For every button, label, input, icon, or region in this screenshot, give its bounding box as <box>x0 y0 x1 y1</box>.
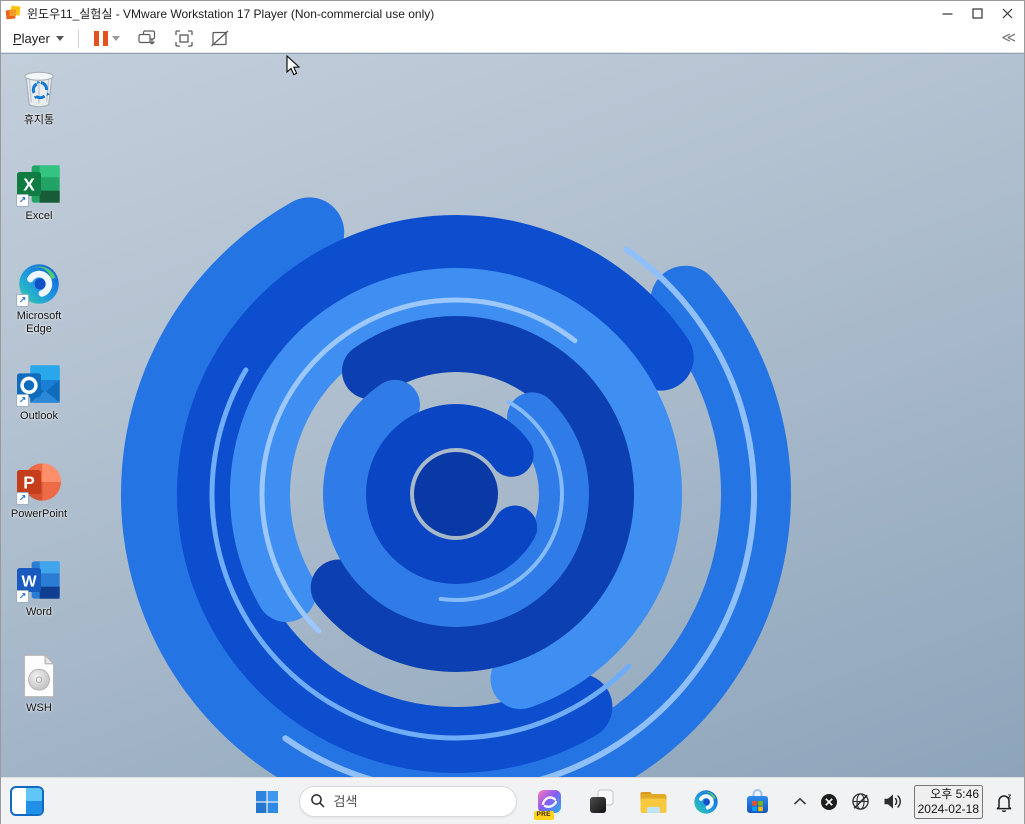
desktop-icon-label: PowerPoint <box>10 508 68 520</box>
maximize-button[interactable] <box>962 1 992 25</box>
title-bar: 윈도우11_실험실 - VMware Workstation 17 Player… <box>1 1 1024 25</box>
desktop-icon-excel[interactable]: X ↗ Excel <box>1 160 77 223</box>
send-ctrl-alt-del-icon <box>138 30 155 45</box>
desktop-icon-label: Microsoft Edge <box>16 310 62 335</box>
desktop-icon-recycle-bin[interactable]: 휴지통 <box>1 64 77 127</box>
notification-bell-dnd-icon: z <box>996 792 1012 812</box>
tray-status-button[interactable] <box>818 791 840 813</box>
desktop-icon-powerpoint[interactable]: P ↗ PowerPoint <box>1 458 77 521</box>
taskbar-edge-button[interactable] <box>687 783 725 821</box>
svg-text:P: P <box>23 473 35 493</box>
desktop-icon-outlook[interactable]: ↗ Outlook <box>1 360 77 423</box>
edge-icon <box>693 789 718 814</box>
desktop-icon-word[interactable]: W ↗ Word <box>1 556 77 619</box>
microsoft-store-icon <box>747 788 768 813</box>
close-icon <box>1002 8 1012 18</box>
window-controls <box>932 1 1022 25</box>
collapse-toolbar-button[interactable]: ≪ <box>1001 29 1016 46</box>
notification-center-button[interactable]: z <box>992 790 1016 814</box>
desktop-icon-label: Outlook <box>20 410 58 422</box>
search-icon <box>310 793 326 814</box>
taskbar-store-button[interactable] <box>739 783 777 821</box>
clock-date: 2024-02-18 <box>917 801 979 816</box>
full-screen-icon <box>175 30 193 47</box>
speaker-icon <box>884 794 901 809</box>
taskbar-task-view-button[interactable] <box>583 783 621 821</box>
toolbar-divider <box>77 29 79 48</box>
taskbar-clock[interactable]: 오후 5:46 2024-02-18 <box>913 784 983 819</box>
vm-display: 휴지통 X ↗ Excel ↗ Microsoft Edge ↗ Outlook… <box>1 53 1024 824</box>
svg-text:X: X <box>23 175 35 195</box>
volume-button[interactable] <box>881 791 905 812</box>
full-screen-button[interactable] <box>170 27 198 50</box>
task-view-icon <box>590 789 614 813</box>
send-ctrl-alt-del-button[interactable] <box>133 27 162 50</box>
vmware-toolbar: Player ≪ <box>1 25 1024 53</box>
desktop-icon-label: WSH <box>26 702 52 714</box>
unity-mode-button[interactable] <box>206 27 234 50</box>
network-button[interactable] <box>849 790 872 813</box>
player-menu-label: Player <box>13 31 50 46</box>
shortcut-arrow-icon: ↗ <box>16 590 29 603</box>
outlook-icon: ↗ <box>15 360 63 408</box>
close-button[interactable] <box>992 1 1022 25</box>
chevron-down-icon <box>111 36 120 41</box>
shortcut-arrow-icon: ↗ <box>16 194 29 207</box>
shortcut-arrow-icon: ↗ <box>16 394 29 407</box>
desktop-icon-edge[interactable]: ↗ Microsoft Edge <box>1 260 77 336</box>
widgets-icon <box>26 788 42 814</box>
copilot-preview-badge: PRE <box>533 811 554 820</box>
desktop-icon-label: 휴지통 <box>23 114 55 126</box>
vmware-player-window: 윈도우11_실험실 - VMware Workstation 17 Player… <box>0 0 1025 824</box>
taskbar-file-explorer-button[interactable] <box>635 783 673 821</box>
wallpaper-bloom <box>121 159 791 824</box>
unity-mode-icon <box>210 30 229 47</box>
powerpoint-icon: P ↗ <box>15 458 63 506</box>
minimize-icon <box>942 12 952 15</box>
recycle-bin-icon <box>15 64 63 112</box>
chevron-down-icon <box>55 36 64 41</box>
edge-icon: ↗ <box>15 260 63 308</box>
chevron-up-icon <box>793 797 806 805</box>
minimize-button[interactable] <box>932 1 962 25</box>
hidden-icons-button[interactable] <box>791 795 809 808</box>
vmware-logo-icon <box>5 5 21 21</box>
wsh-file-icon <box>15 652 63 700</box>
desktop-icon-wsh[interactable]: WSH <box>1 652 77 715</box>
taskbar-copilot-button[interactable]: PRE <box>531 783 569 821</box>
svg-text:z: z <box>1008 792 1012 801</box>
widgets-button[interactable] <box>10 786 44 816</box>
system-tray: 오후 5:46 2024-02-18 z <box>791 778 1016 824</box>
search-input[interactable] <box>298 786 517 817</box>
windows-logo-icon <box>255 790 278 813</box>
excel-icon: X ↗ <box>15 160 63 208</box>
taskbar-center-group: PRE <box>249 778 777 824</box>
window-title: 윈도우11_실험실 - VMware Workstation 17 Player… <box>27 6 435 21</box>
desktop-icon-label: Excel <box>25 210 53 222</box>
close-circle-icon <box>820 793 837 810</box>
clock-time: 오후 5:46 <box>930 786 979 801</box>
globe-no-internet-icon <box>851 793 869 810</box>
shortcut-arrow-icon: ↗ <box>16 294 29 307</box>
maximize-icon <box>971 7 983 19</box>
shortcut-arrow-icon: ↗ <box>16 492 29 505</box>
start-button[interactable] <box>249 784 285 820</box>
word-icon: W ↗ <box>15 556 63 604</box>
svg-text:W: W <box>21 574 37 591</box>
player-menu-button[interactable]: Player <box>9 29 68 48</box>
file-explorer-icon <box>640 791 667 813</box>
pause-icon <box>93 31 108 46</box>
desktop-icon-label: Word <box>25 606 53 618</box>
taskbar-search <box>298 786 517 817</box>
windows-taskbar: PRE <box>1 777 1024 824</box>
suspend-vm-button[interactable] <box>89 28 125 49</box>
